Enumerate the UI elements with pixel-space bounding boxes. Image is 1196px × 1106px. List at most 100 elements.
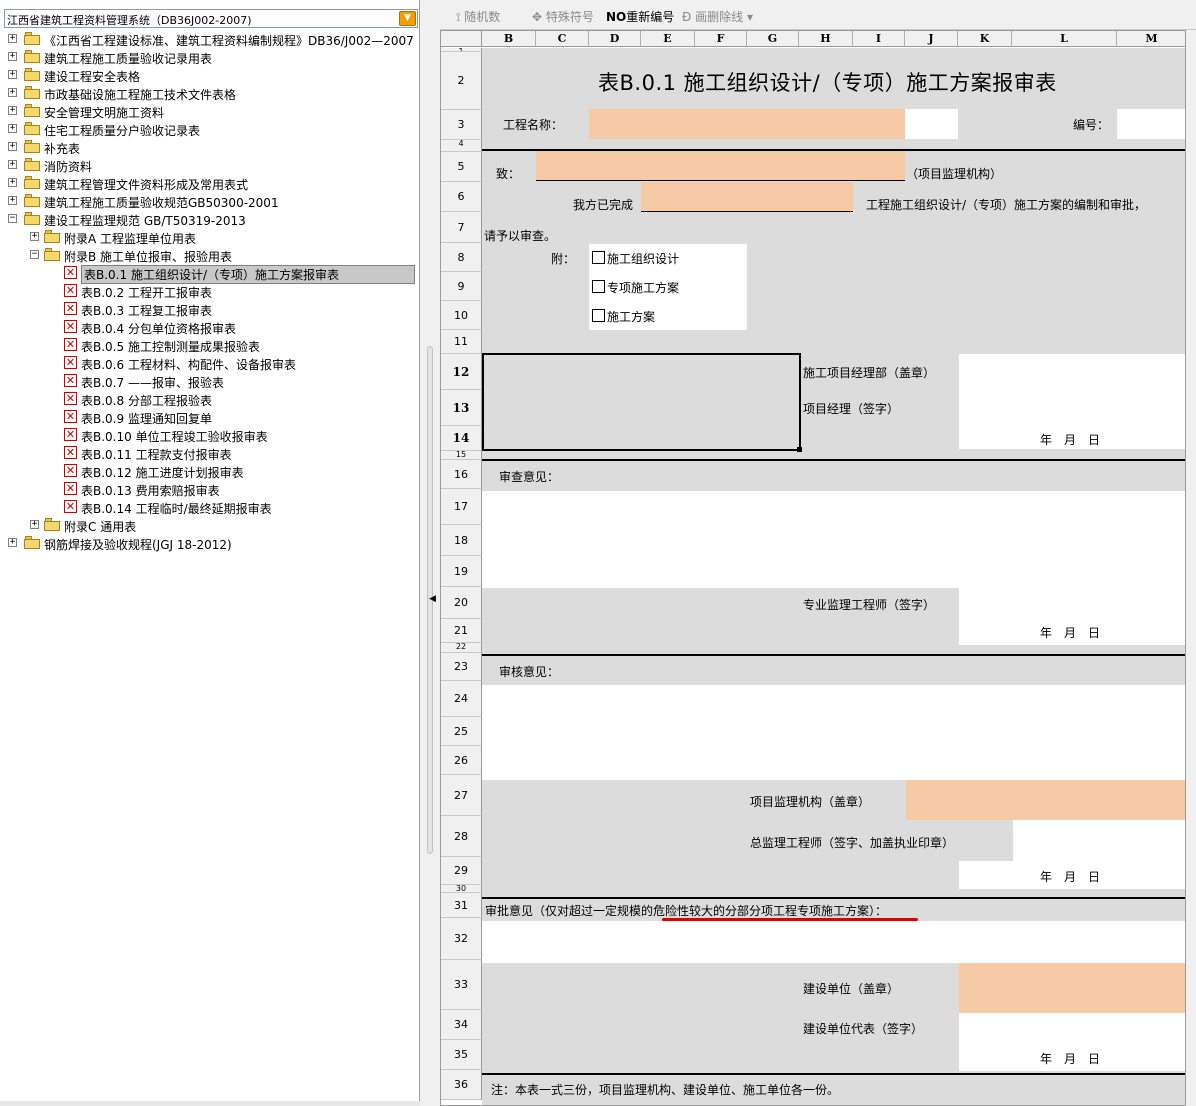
- expand-icon[interactable]: +: [8, 88, 17, 97]
- row-header[interactable]: 10: [441, 301, 482, 330]
- cell-j3[interactable]: [905, 109, 958, 139]
- row-header[interactable]: 18: [441, 525, 482, 556]
- tree-item[interactable]: ✕ 表B.0.9 监理通知回复单: [4, 408, 418, 426]
- tree-item[interactable]: ✕ 表B.0.5 施工控制测量成果报验表: [4, 336, 418, 354]
- tree-item[interactable]: ✕ 表B.0.7 ——报审、报验表: [4, 372, 418, 390]
- row-header[interactable]: 25: [441, 717, 482, 746]
- column-header[interactable]: H: [799, 31, 853, 47]
- column-header[interactable]: D: [589, 31, 641, 47]
- attachment-checkbox-0[interactable]: [592, 251, 605, 264]
- row-header[interactable]: 28: [441, 816, 482, 857]
- tree-item[interactable]: ✕ 表B.0.3 工程复工报审表: [4, 300, 418, 318]
- row-header[interactable]: 35: [441, 1040, 482, 1070]
- row-header[interactable]: 20: [441, 587, 482, 619]
- column-header[interactable]: B: [482, 31, 536, 47]
- spreadsheet-grid[interactable]: BCDEFGHIJKLM 123456789101112131415161718…: [440, 30, 1186, 1106]
- column-header[interactable]: M: [1117, 31, 1185, 47]
- project-input[interactable]: [641, 182, 853, 212]
- expand-icon[interactable]: +: [30, 520, 39, 529]
- supervision-org-input[interactable]: [536, 151, 905, 181]
- tree-item[interactable]: − 附录B 施工单位报审、报验用表: [4, 246, 418, 264]
- tree-item[interactable]: + 附录A 工程监理单位用表: [4, 228, 418, 246]
- tree-item[interactable]: ✕ 表B.0.6 工程材料、构配件、设备报审表: [4, 354, 418, 372]
- expand-icon[interactable]: +: [8, 106, 17, 115]
- tree-item[interactable]: ✕ 表B.0.4 分包单位资格报审表: [4, 318, 418, 336]
- expand-icon[interactable]: +: [30, 232, 39, 241]
- tree-item[interactable]: + 建筑工程施工质量验收记录用表: [4, 48, 418, 66]
- tree-item[interactable]: ✕ 表B.0.11 工程款支付报审表: [4, 444, 418, 462]
- row-header[interactable]: 27: [441, 775, 482, 816]
- row-header[interactable]: 5: [441, 152, 482, 182]
- expand-icon[interactable]: +: [8, 124, 17, 133]
- row-header[interactable]: 13: [441, 390, 482, 426]
- row-header[interactable]: 8: [441, 243, 482, 272]
- expand-icon[interactable]: +: [8, 160, 17, 169]
- select-all-corner[interactable]: [441, 31, 482, 47]
- chevron-down-icon[interactable]: ▾: [743, 10, 753, 24]
- column-header[interactable]: G: [747, 31, 799, 47]
- tree-item[interactable]: + 市政基础设施工程施工技术文件表格: [4, 84, 418, 102]
- collapse-icon[interactable]: −: [30, 250, 39, 259]
- random-number-button[interactable]: ⟟ 随机数: [456, 8, 500, 25]
- tree-item[interactable]: ✕ 表B.0.8 分部工程报验表: [4, 390, 418, 408]
- row-header[interactable]: 31: [441, 893, 482, 918]
- tree-item[interactable]: ✕ 表B.0.12 施工进度计划报审表: [4, 462, 418, 480]
- row-header[interactable]: 15: [441, 451, 482, 460]
- column-header[interactable]: C: [536, 31, 589, 47]
- row-header[interactable]: 33: [441, 960, 482, 1010]
- tree-item[interactable]: + 安全管理文明施工资料: [4, 102, 418, 120]
- row-header[interactable]: 3: [441, 110, 482, 140]
- tree-item[interactable]: + 建筑工程管理文件资料形成及常用表式: [4, 174, 418, 192]
- row-header[interactable]: 30: [441, 885, 482, 893]
- tree-item[interactable]: ✕ 表B.0.2 工程开工报审表: [4, 282, 418, 300]
- row-header[interactable]: 6: [441, 182, 482, 212]
- row-header[interactable]: 19: [441, 556, 482, 587]
- attachment-checkbox-2[interactable]: [592, 309, 605, 322]
- dropdown-arrow-icon[interactable]: ▼: [399, 11, 416, 26]
- audit-opinion-area[interactable]: [482, 685, 1185, 780]
- expand-icon[interactable]: +: [8, 52, 17, 61]
- expand-icon[interactable]: +: [8, 142, 17, 151]
- tree-item[interactable]: + 建筑工程施工质量验收规范GB50300-2001: [4, 192, 418, 210]
- row-header[interactable]: 36: [441, 1070, 482, 1100]
- expand-icon[interactable]: +: [8, 34, 17, 43]
- row-header[interactable]: 21: [441, 619, 482, 643]
- tree-item[interactable]: ✕ 表B.0.10 单位工程竣工验收报审表: [4, 426, 418, 444]
- row-header[interactable]: 7: [441, 212, 482, 243]
- expand-icon[interactable]: +: [8, 70, 17, 79]
- renumber-button[interactable]: NO重新编号: [606, 8, 674, 25]
- row-header[interactable]: 17: [441, 489, 482, 525]
- tree-item[interactable]: + 住宅工程质量分户验收记录表: [4, 120, 418, 138]
- system-select[interactable]: 江西省建筑工程资料管理系统（DB36J002-2007) ▼: [4, 9, 418, 28]
- row-header[interactable]: 2: [441, 52, 482, 110]
- fill-handle[interactable]: [797, 447, 802, 452]
- tree-item[interactable]: ✕ 表B.0.1 施工组织设计/（专项）施工方案报审表: [4, 264, 418, 284]
- collapse-icon[interactable]: −: [8, 214, 17, 223]
- tree-item[interactable]: ✕ 表B.0.13 费用索赔报审表: [4, 480, 418, 498]
- supervision-seal-input[interactable]: [906, 780, 1185, 820]
- column-header[interactable]: J: [905, 31, 958, 47]
- row-header[interactable]: 14: [441, 426, 482, 451]
- row-header[interactable]: 12: [441, 354, 482, 390]
- tree-item[interactable]: + 附录C 通用表: [4, 516, 418, 534]
- column-header[interactable]: E: [641, 31, 695, 47]
- expand-icon[interactable]: +: [8, 178, 17, 187]
- selection-range[interactable]: [482, 353, 801, 451]
- number-cell[interactable]: [1117, 109, 1185, 139]
- project-name-input[interactable]: [589, 109, 905, 139]
- review-opinion-area[interactable]: [482, 491, 1185, 588]
- row-header[interactable]: 11: [441, 330, 482, 354]
- row-header[interactable]: 23: [441, 653, 482, 681]
- attachment-checkbox-1[interactable]: [592, 280, 605, 293]
- chief-engineer-sign[interactable]: [1013, 820, 1185, 861]
- approval-opinion-area[interactable]: [482, 921, 1185, 963]
- tree-item[interactable]: + 补充表: [4, 138, 418, 156]
- tree-item[interactable]: + 钢筋焊接及验收规程(JGJ 18-2012): [4, 534, 418, 552]
- special-symbol-button[interactable]: ✥ 特殊符号: [532, 8, 594, 25]
- tree-item[interactable]: − 建设工程监理规范 GB/T50319-2013: [4, 210, 418, 228]
- tree-horizontal-scrollbar[interactable]: [0, 1101, 420, 1106]
- row-header[interactable]: 29: [441, 857, 482, 885]
- column-header[interactable]: K: [958, 31, 1012, 47]
- row-header[interactable]: 4: [441, 140, 482, 152]
- construction-unit-seal-input[interactable]: [959, 963, 1185, 1013]
